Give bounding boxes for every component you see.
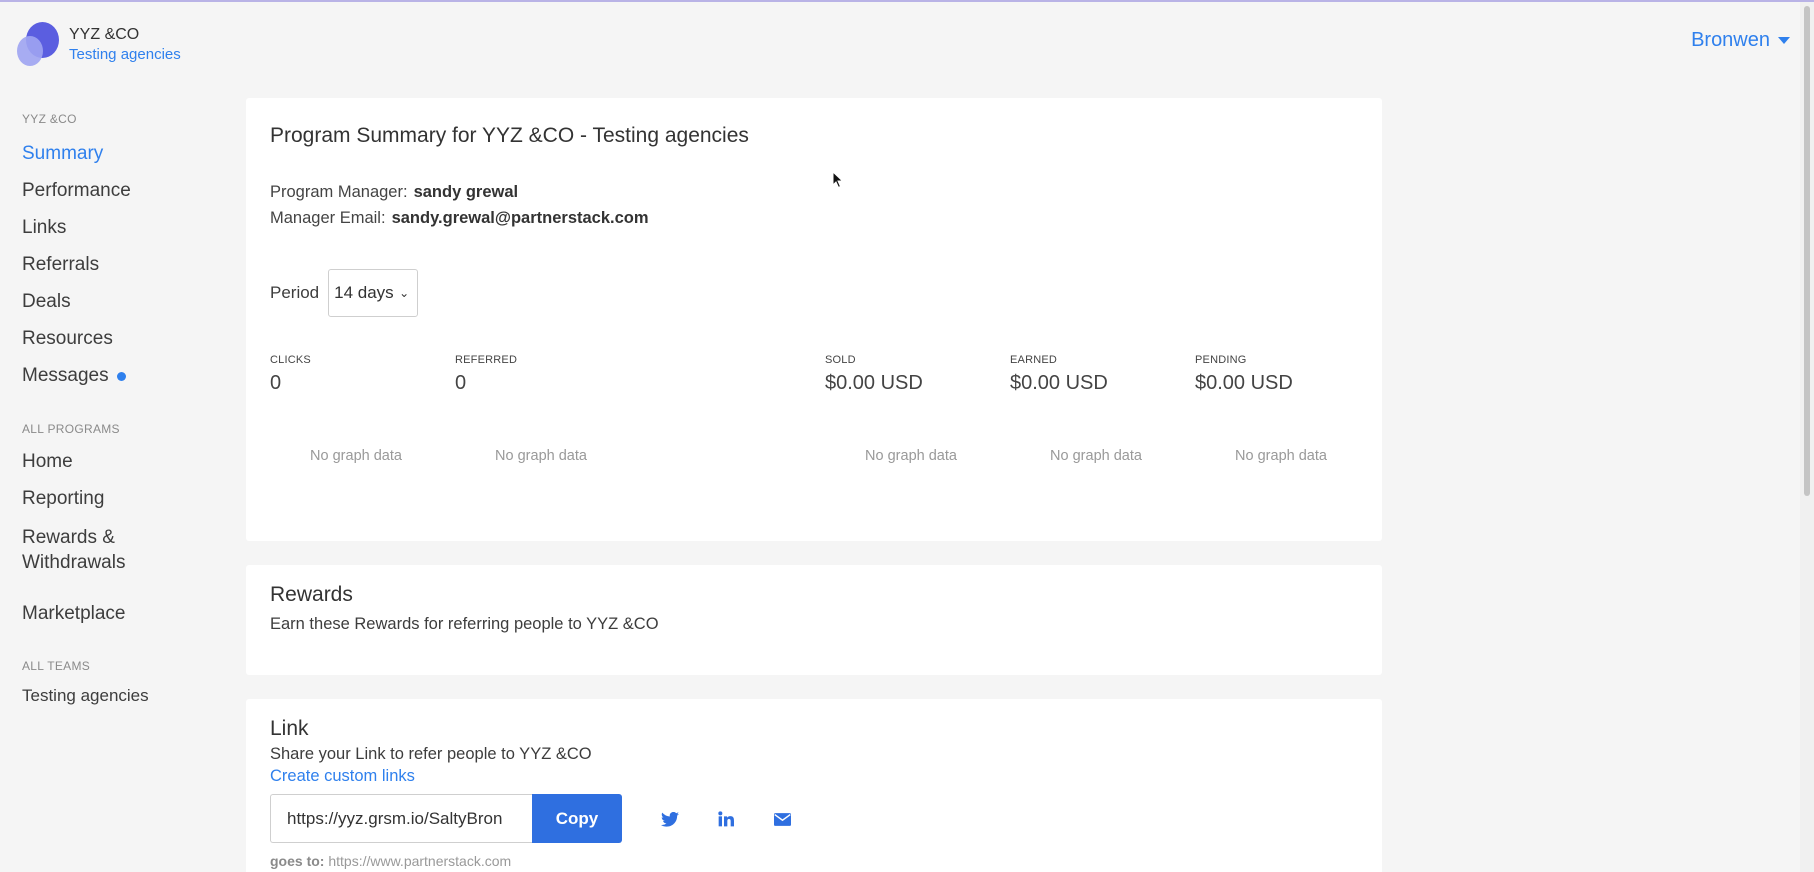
sidebar-item-label: Rewards & [22,527,115,548]
stat-label: CLICKS [270,354,311,366]
sidebar-item-testing-agencies[interactable]: Testing agencies [22,686,149,706]
sidebar-heading-all-programs: ALL PROGRAMS [22,422,120,436]
sidebar-item-reporting[interactable]: Reporting [22,488,104,510]
unread-dot-icon [116,371,126,381]
link-card: Link Share your Link to refer people to … [246,699,1382,872]
brand-logo [17,22,59,68]
no-graph-pending: No graph data [1235,448,1327,464]
page-title: Program Summary for YYZ &CO - Testing ag… [270,124,749,147]
period-select-value: 14 days [334,283,394,302]
brand-subtitle[interactable]: Testing agencies [69,45,181,65]
referral-link-input[interactable]: https://yyz.grsm.io/SaltyBron [270,794,535,843]
program-manager-name: sandy grewal [413,183,519,201]
stat-pending: PENDING $0.00 USD [1195,354,1293,395]
sidebar-item-summary[interactable]: Summary [22,143,103,165]
copy-button[interactable]: Copy [532,794,622,843]
page-scrollbar[interactable] [1800,2,1814,872]
stat-label: PENDING [1195,354,1247,366]
stat-value: 0 [270,372,282,394]
goes-to-row: goes to: https://www.partnerstack.com [270,853,511,869]
stat-earned: EARNED $0.00 USD [1010,354,1108,395]
no-graph-earned: No graph data [1050,448,1142,464]
user-name[interactable]: Bronwen [1691,29,1770,52]
stat-value: $0.00 USD [825,372,923,394]
stat-label: SOLD [825,354,856,366]
program-summary-card: Program Summary for YYZ &CO - Testing ag… [246,98,1382,541]
no-graph-clicks: No graph data [310,448,402,464]
brand-name: YYZ &CO [69,26,140,43]
linkedin-icon[interactable] [716,810,736,828]
rewards-title: Rewards [270,583,353,606]
sidebar-item-label: Withdrawals [22,552,126,573]
link-title: Link [270,717,309,740]
no-graph-sold: No graph data [865,448,957,464]
stat-value: $0.00 USD [1010,372,1108,394]
rewards-description: Earn these Rewards for referring people … [270,615,659,633]
sidebar-item-label: Messages [22,365,109,386]
manager-email-label: Manager Email: [270,209,386,227]
goes-to-url[interactable]: https://www.partnerstack.com [328,853,511,869]
sidebar-heading-program: YYZ &CO [22,112,77,126]
email-icon[interactable] [772,810,792,828]
twitter-icon[interactable] [660,810,680,828]
stat-referred: REFERRED 0 [455,354,517,395]
period-label: Period [270,283,320,302]
sidebar-item-rewards-withdrawals[interactable]: Rewards & Withdrawals [22,525,125,575]
user-menu[interactable]: Bronwen [1691,29,1790,52]
goes-to-label: goes to: [270,853,325,869]
sidebar-item-links[interactable]: Links [22,217,66,239]
sidebar-item-resources[interactable]: Resources [22,328,113,350]
sidebar-item-home[interactable]: Home [22,451,73,473]
no-graph-referred: No graph data [495,448,587,464]
manager-email-row: Manager Email: sandy.grewal@partnerstack.… [270,209,649,228]
chevron-down-icon: ⌄ [399,286,410,300]
stat-label: REFERRED [455,354,518,366]
period-select[interactable]: 14 days ⌄ [328,269,419,317]
sidebar-item-deals[interactable]: Deals [22,291,71,313]
create-custom-links-link[interactable]: Create custom links [270,767,415,786]
program-manager-label: Program Manager: [270,183,408,201]
stat-clicks: CLICKS 0 [270,354,311,395]
link-description: Share your Link to refer people to YYZ &… [270,745,592,763]
stat-value: $0.00 USD [1195,372,1293,394]
period-control: Period 14 days ⌄ [270,269,419,317]
rewards-card: Rewards Earn these Rewards for referring… [246,565,1382,675]
sidebar-item-performance[interactable]: Performance [22,180,131,202]
program-manager-row: Program Manager: sandy grewal [270,183,518,202]
sidebar-item-messages[interactable]: Messages [22,365,126,387]
sidebar-item-referrals[interactable]: Referrals [22,254,99,276]
stat-value: 0 [455,372,467,394]
stat-sold: SOLD $0.00 USD [825,354,923,395]
scrollbar-thumb[interactable] [1804,6,1810,496]
stat-label: EARNED [1010,354,1058,366]
mouse-cursor-icon [832,171,844,189]
manager-email-value[interactable]: sandy.grewal@partnerstack.com [392,209,649,227]
sidebar-item-marketplace[interactable]: Marketplace [22,603,126,625]
sidebar-heading-all-teams: ALL TEAMS [22,659,91,673]
chevron-down-icon [1778,37,1790,44]
brand[interactable]: YYZ &CO Testing agencies [17,22,181,68]
